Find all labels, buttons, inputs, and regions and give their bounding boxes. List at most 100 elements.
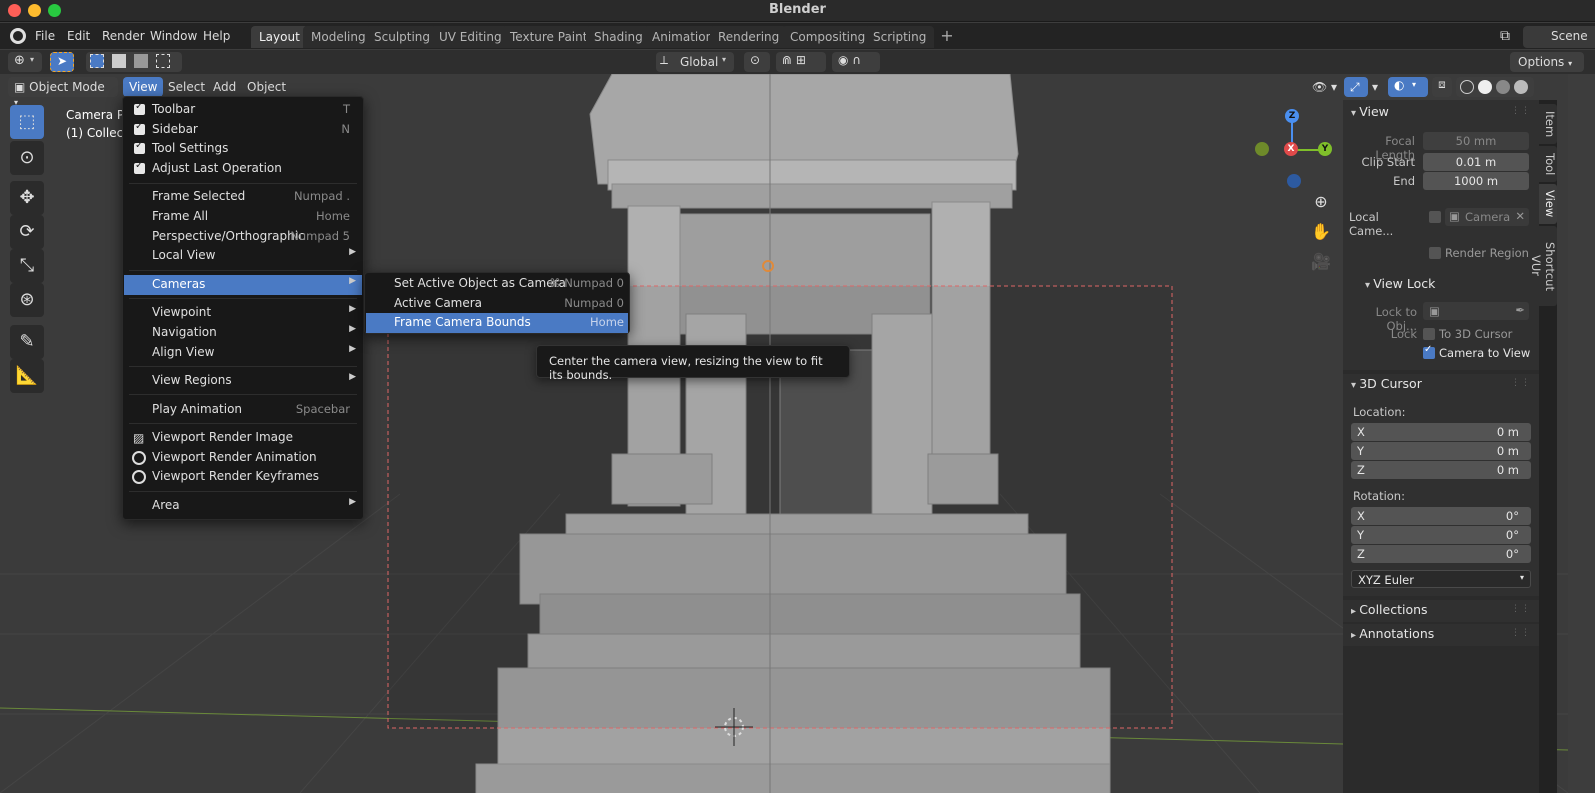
menu-item-play-animation[interactable]: Play Animation Spacebar xyxy=(124,400,362,420)
menu-item-perspective-orthographic[interactable]: Perspective/Orthographic Numpad 5 xyxy=(124,227,362,247)
options-dropdown[interactable]: Options ▾ xyxy=(1510,52,1584,72)
cursor-rotation-x[interactable]: X 0° xyxy=(1351,507,1531,525)
drag-handle-icon[interactable]: ⋮⋮ xyxy=(1511,106,1531,116)
select-menu[interactable]: Select xyxy=(162,77,211,97)
material-shading-icon[interactable] xyxy=(1496,80,1510,94)
snap-toggle[interactable]: ⋒ ⊞ xyxy=(776,52,826,72)
scale-tool-icon[interactable]: ⤡ xyxy=(10,249,44,283)
cursor-tool-icon[interactable]: ⊙ xyxy=(10,141,44,175)
checkbox-icon[interactable] xyxy=(134,140,145,154)
tab-tool[interactable]: Tool xyxy=(1539,146,1557,182)
pivot-point-icon[interactable]: ⊙ xyxy=(744,52,770,72)
gizmo-y-axis[interactable]: Y xyxy=(1318,142,1332,156)
gizmo-neg-z-axis[interactable] xyxy=(1287,174,1301,188)
eyedropper-icon[interactable]: ✒ xyxy=(1515,303,1525,317)
menu-item-viewport-render-image[interactable]: ▨ Viewport Render Image xyxy=(124,428,362,448)
visibility-eye-icon[interactable]: 👁 ▾ xyxy=(1306,77,1343,97)
drag-handle-icon[interactable]: ⋮⋮ xyxy=(1511,604,1531,614)
menu-item-area[interactable]: Area ▶ xyxy=(124,496,362,516)
rendered-shading-icon[interactable] xyxy=(1514,80,1528,94)
checkbox-icon[interactable] xyxy=(134,160,145,174)
cursor-rotation-y[interactable]: Y 0° xyxy=(1351,526,1531,544)
menu-item-frame-all[interactable]: Frame All Home xyxy=(124,207,362,227)
annotations-header[interactable]: Annotations xyxy=(1351,626,1434,641)
menu-render[interactable]: Render xyxy=(98,27,149,45)
cursor-location-z[interactable]: Z0 m xyxy=(1351,461,1531,479)
annotate-tool-icon[interactable]: ✎ xyxy=(10,325,44,359)
tab-texture-paint[interactable]: Texture Paint xyxy=(502,26,596,48)
add-workspace-icon[interactable]: + xyxy=(938,28,956,46)
overlays-button[interactable]: ◐ ▾ xyxy=(1388,77,1428,97)
clip-start-field[interactable]: 0.01 m xyxy=(1423,153,1529,171)
rotate-tool-icon[interactable]: ⟳ xyxy=(10,215,44,249)
menu-item-frame-selected[interactable]: Frame Selected Numpad . xyxy=(124,187,362,207)
selection-mode-buttons[interactable] xyxy=(86,52,182,72)
scene-selector[interactable]: Scene xyxy=(1523,26,1595,48)
rotation-mode-select[interactable]: XYZ Euler ▾ xyxy=(1351,570,1531,588)
measure-tool-icon[interactable]: 📐 xyxy=(10,359,44,393)
tab-scripting[interactable]: Scripting xyxy=(865,26,935,48)
menu-item-navigation[interactable]: Navigation ▶ xyxy=(124,323,362,343)
gizmo-x-axis[interactable]: X xyxy=(1284,142,1298,156)
local-camera-checkbox[interactable] xyxy=(1429,211,1441,223)
tab-modeling[interactable]: Modeling xyxy=(303,26,374,48)
menu-item-set-active-object-as-camera[interactable]: Set Active Object as Camera ⌘ Numpad 0 xyxy=(366,274,628,294)
menu-item-sidebar[interactable]: SidebarN xyxy=(124,120,362,140)
menu-item-viewport-render-animation[interactable]: Viewport Render Animation xyxy=(124,448,362,468)
transform-tool-icon[interactable]: ⊛ xyxy=(10,283,44,317)
cursor-location-y[interactable]: Y0 m xyxy=(1351,442,1531,460)
menu-help[interactable]: Help xyxy=(199,27,234,45)
blender-logo-icon[interactable] xyxy=(10,28,26,44)
clear-icon[interactable]: ✕ xyxy=(1515,209,1525,223)
select-box-tool-icon[interactable]: ➤ xyxy=(50,52,74,72)
menu-item-toolbar[interactable]: ToolbarT xyxy=(124,100,362,120)
tab-view[interactable]: View xyxy=(1539,184,1557,224)
view-section-header[interactable]: View xyxy=(1351,104,1389,119)
view-lock-header[interactable]: View Lock xyxy=(1365,276,1435,291)
scene-browse-icon[interactable]: ⧉ xyxy=(1500,28,1510,44)
collections-header[interactable]: Collections xyxy=(1351,602,1427,617)
drag-handle-icon[interactable]: ⋮⋮ xyxy=(1511,378,1531,388)
shading-mode-buttons[interactable] xyxy=(1456,77,1534,97)
gizmo-dropdown-icon[interactable]: ▾ xyxy=(1366,77,1384,97)
solid-shading-icon[interactable] xyxy=(1478,80,1492,94)
menu-file[interactable]: File xyxy=(31,27,59,45)
select-tool-icon[interactable]: ⬚ xyxy=(10,105,44,139)
cursor-rotation-z[interactable]: Z 0° xyxy=(1351,545,1531,563)
show-gizmo-icon[interactable]: ⤢ xyxy=(1344,77,1368,97)
checkbox-icon[interactable] xyxy=(134,121,145,135)
object-mode-select[interactable]: ▣ Object Mode ▾ xyxy=(8,77,118,107)
menu-window[interactable]: Window xyxy=(146,27,201,45)
checkbox-icon[interactable] xyxy=(134,101,145,115)
menu-item-adjust-last-operation[interactable]: Adjust Last Operation xyxy=(124,159,362,179)
gizmo-neg-y-axis[interactable] xyxy=(1255,142,1269,156)
editor-type-button[interactable]: ⊕ ▾ xyxy=(8,52,42,72)
render-region-checkbox[interactable] xyxy=(1429,247,1441,259)
pan-hand-icon[interactable]: ✋ xyxy=(1310,222,1332,244)
tab-compositing[interactable]: Compositing xyxy=(782,26,874,48)
wireframe-shading-icon[interactable] xyxy=(1460,80,1474,94)
menu-item-viewpoint[interactable]: Viewpoint ▶ xyxy=(124,303,362,323)
camera-view-icon[interactable]: 🎥 xyxy=(1310,252,1332,274)
menu-item-cameras[interactable]: Cameras ▶ xyxy=(124,275,362,295)
clip-end-field[interactable]: 1000 m xyxy=(1423,172,1529,190)
move-tool-icon[interactable]: ✥ xyxy=(10,181,44,215)
menu-item-frame-camera-bounds[interactable]: Frame Camera Bounds Home xyxy=(366,313,628,333)
tab-shortcut-vur[interactable]: Shortcut VUr xyxy=(1529,226,1557,306)
object-menu[interactable]: Object xyxy=(241,77,292,97)
lock-to-3d-cursor-checkbox[interactable] xyxy=(1423,328,1435,340)
tab-item[interactable]: Item xyxy=(1539,104,1557,144)
tab-rendering[interactable]: Rendering xyxy=(710,26,788,48)
tab-shading[interactable]: Shading xyxy=(586,26,651,48)
tab-layout[interactable]: Layout xyxy=(251,26,308,48)
menu-item-view-regions[interactable]: View Regions ▶ xyxy=(124,371,362,391)
menu-item-align-view[interactable]: Align View ▶ xyxy=(124,343,362,363)
add-menu[interactable]: Add xyxy=(207,77,242,97)
menu-item-viewport-render-keyframes[interactable]: Viewport Render Keyframes xyxy=(124,467,362,487)
gizmo-z-axis[interactable]: Z xyxy=(1285,109,1299,123)
focal-length-field[interactable]: 50 mm xyxy=(1423,132,1529,150)
xray-toggle-icon[interactable]: ⧈ xyxy=(1432,77,1452,97)
menu-item-tool-settings[interactable]: Tool Settings xyxy=(124,139,362,159)
transform-orientation-select[interactable]: ⟂ Global ▾ xyxy=(656,52,734,72)
drag-handle-icon[interactable]: ⋮⋮ xyxy=(1511,628,1531,638)
